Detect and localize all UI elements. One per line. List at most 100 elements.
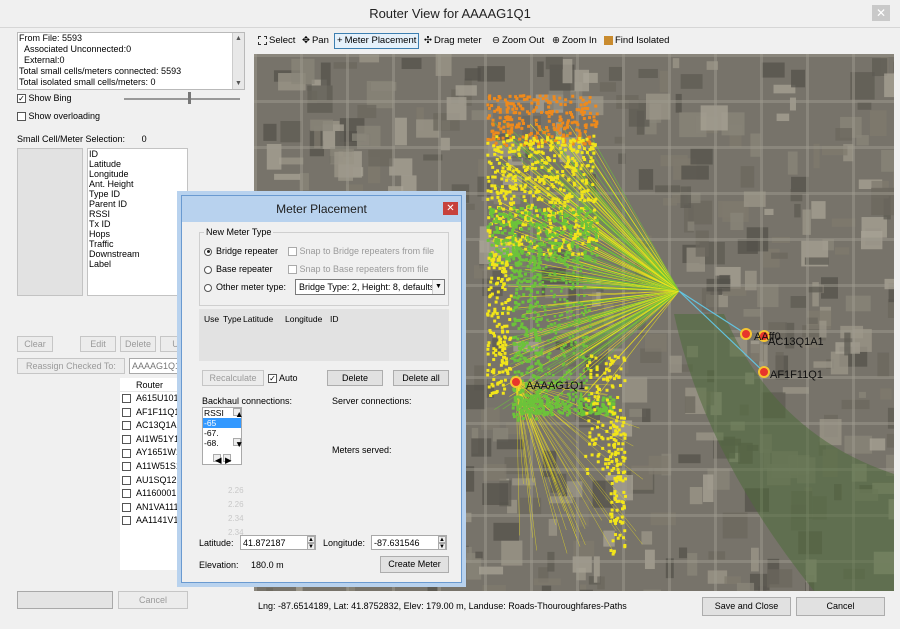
- field-item[interactable]: Parent ID: [88, 199, 187, 209]
- find-isolated-tool[interactable]: Find Isolated: [602, 33, 671, 49]
- base-repeater-option[interactable]: Base repeater: [204, 264, 273, 274]
- meter-placement-tool[interactable]: + Meter Placement: [334, 33, 420, 49]
- delete-all-button[interactable]: Delete all: [393, 370, 449, 386]
- show-overloading-option[interactable]: Show overloading: [17, 111, 100, 122]
- scroll-left-icon[interactable]: ◀: [213, 454, 222, 465]
- latitude-value: 41.872187: [243, 538, 286, 548]
- scroll-down-icon[interactable]: ▼: [233, 438, 243, 449]
- drag-meter-tool[interactable]: ✣ Drag meter: [422, 33, 483, 49]
- router-marker[interactable]: [758, 366, 770, 378]
- auto-checkbox[interactable]: ✓: [268, 374, 277, 384]
- field-item[interactable]: Ant. Height: [88, 179, 187, 189]
- router-checkbox[interactable]: [122, 434, 131, 444]
- other-meter-label: Other meter type:: [216, 282, 287, 292]
- field-item[interactable]: Longitude: [88, 169, 187, 179]
- field-item[interactable]: Type ID: [88, 189, 187, 199]
- router-name: A1160001: [136, 488, 177, 499]
- dialog-delete-button[interactable]: Delete: [327, 370, 383, 386]
- field-item[interactable]: Traffic: [88, 239, 187, 249]
- chevron-down-icon[interactable]: ▼: [432, 280, 444, 294]
- meter-grid[interactable]: Use Type Latitude Longitude ID: [199, 309, 449, 361]
- spin-up-icon[interactable]: ▲: [438, 536, 446, 543]
- map-toolbar: Select ✥ Pan + Meter Placement ✣ Drag meter…: [254, 30, 894, 52]
- router-checkbox[interactable]: [122, 407, 131, 417]
- snap-bridge-checkbox[interactable]: [288, 247, 297, 257]
- window-close-button[interactable]: ✕: [872, 5, 890, 21]
- save-close-button[interactable]: Save and Close: [702, 597, 791, 616]
- zoom-in-tool[interactable]: ⊕ Zoom In: [550, 33, 599, 49]
- field-item[interactable]: ID: [88, 149, 187, 159]
- router-checkbox[interactable]: [122, 448, 131, 458]
- opacity-slider-thumb[interactable]: [188, 92, 191, 104]
- router-checkbox[interactable]: [122, 421, 131, 431]
- zoom-out-tool[interactable]: ⊖ Zoom Out: [490, 33, 546, 49]
- base-repeater-radio[interactable]: [204, 265, 212, 274]
- router-checkbox[interactable]: [122, 516, 131, 526]
- info-line: Total small cells/meters connected: 5593: [19, 66, 182, 76]
- left-cancel-button[interactable]: Cancel: [118, 591, 188, 609]
- scroll-down-icon[interactable]: ▼: [233, 78, 244, 89]
- edit-button[interactable]: Edit: [80, 336, 116, 352]
- find-isolated-label: Find Isolated: [615, 35, 670, 46]
- snap-base-checkbox[interactable]: [288, 265, 297, 275]
- recalculate-button[interactable]: Recalculate: [202, 370, 264, 386]
- field-item[interactable]: RSSI: [88, 209, 187, 219]
- spin-up-icon[interactable]: ▲: [307, 536, 315, 543]
- router-checkbox[interactable]: [122, 489, 131, 499]
- bridge-repeater-radio[interactable]: [204, 247, 212, 256]
- scroll-right-icon[interactable]: ▶: [223, 454, 232, 465]
- window-titlebar: Router View for AAAAG1Q1 ✕: [0, 0, 900, 28]
- other-meter-option[interactable]: Other meter type:: [204, 282, 286, 292]
- rssi-item[interactable]: -67.: [203, 428, 241, 438]
- router-checkbox[interactable]: [122, 462, 131, 472]
- router-checkbox[interactable]: [122, 502, 131, 512]
- opacity-slider-track[interactable]: [124, 98, 240, 100]
- field-list[interactable]: ID Latitude Longitude Ant. Height Type I…: [87, 148, 188, 296]
- drag-meter-label: Drag meter: [433, 35, 482, 46]
- other-meter-radio[interactable]: [204, 283, 212, 292]
- pan-tool[interactable]: ✥ Pan: [300, 33, 331, 49]
- longitude-field[interactable]: -87.631546 ▲ ▼: [371, 535, 447, 550]
- bridge-repeater-option[interactable]: Bridge repeater: [204, 246, 278, 256]
- scroll-up-icon[interactable]: ▲: [233, 408, 243, 419]
- snap-base-option[interactable]: Snap to Base repeaters from file: [288, 264, 429, 275]
- router-label: AF1F11Q1: [770, 369, 823, 381]
- create-meter-button[interactable]: Create Meter: [380, 556, 449, 573]
- bridge-repeater-label: Bridge repeater: [216, 246, 279, 256]
- scroll-up-icon[interactable]: ▲: [233, 33, 244, 44]
- info-scrollbar[interactable]: ▲ ▼: [232, 33, 244, 89]
- rssi-list[interactable]: RSSI -65 -67. -68. ▲ ▼ ◀ ▶: [202, 407, 243, 465]
- dialog-close-button[interactable]: ✕: [443, 202, 458, 215]
- field-item[interactable]: Downstream: [88, 249, 187, 259]
- select-tool[interactable]: Select: [256, 33, 297, 49]
- router-marker[interactable]: [510, 376, 522, 388]
- field-item[interactable]: Tx ID: [88, 219, 187, 229]
- router-marker[interactable]: [740, 328, 752, 340]
- snap-bridge-option[interactable]: Snap to Bridge repeaters from file: [288, 246, 434, 257]
- field-item[interactable]: Label: [88, 259, 187, 269]
- latitude-field[interactable]: 41.872187 ▲ ▼: [240, 535, 316, 550]
- show-bing-option[interactable]: ✓ Show Bing: [17, 93, 72, 104]
- meter-type-select[interactable]: Bridge Type: 2, Height: 8, defaults at ▼: [295, 279, 445, 295]
- rssi-item[interactable]: -65: [203, 418, 241, 428]
- field-item[interactable]: Latitude: [88, 159, 187, 169]
- router-checkbox[interactable]: [122, 475, 131, 485]
- spin-down-icon[interactable]: ▼: [307, 543, 315, 549]
- auto-label: Auto: [279, 373, 298, 383]
- router-label: AC13Q1A1: [768, 336, 824, 348]
- field-item[interactable]: Hops: [88, 229, 187, 239]
- delete-button[interactable]: Delete: [120, 336, 156, 352]
- reassign-target-field[interactable]: AAAAG1Q1 (c: [129, 358, 189, 374]
- spin-down-icon[interactable]: ▼: [438, 543, 446, 549]
- auto-option[interactable]: ✓ Auto: [268, 373, 298, 384]
- show-bing-checkbox[interactable]: ✓: [17, 94, 26, 104]
- elevation-row: Elevation: 180.0 m: [199, 560, 284, 570]
- show-overloading-checkbox[interactable]: [17, 112, 26, 122]
- router-checkbox[interactable]: [122, 394, 131, 404]
- reassign-button[interactable]: Reassign Checked To:: [17, 358, 125, 374]
- clear-button[interactable]: Clear: [17, 336, 53, 352]
- footer-cancel-button[interactable]: Cancel: [796, 597, 885, 616]
- router-name: AI1W51Y1: [136, 433, 180, 444]
- grid-header: Use: [204, 314, 220, 324]
- selection-label: Small Cell/Meter Selection:: [17, 134, 126, 144]
